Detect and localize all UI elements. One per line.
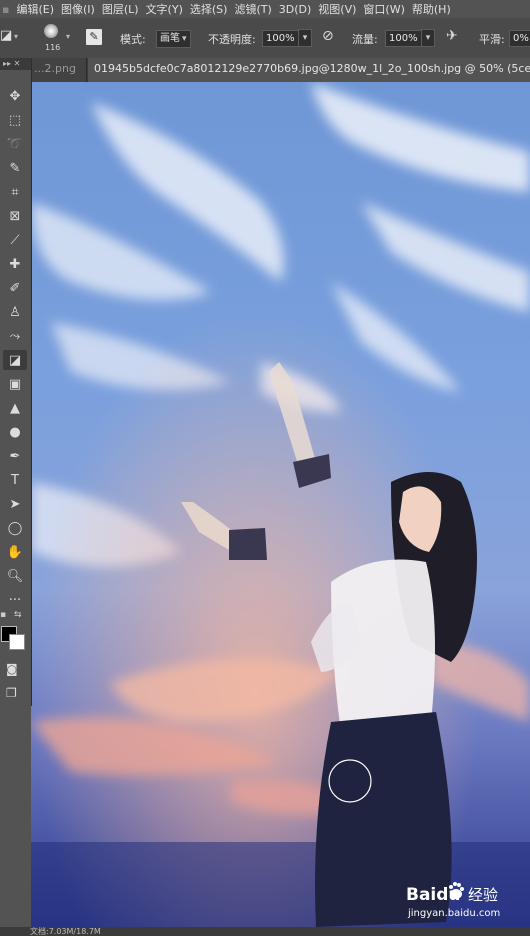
path-select-tool-icon[interactable]: ➤ bbox=[3, 494, 27, 514]
opacity-field[interactable]: 100% bbox=[262, 30, 299, 47]
quick-mask-icon[interactable]: ◙ bbox=[6, 662, 18, 676]
tab-document-2-label: 01945b5dcfe0c7a8012129e2770b69.jpg@1280w… bbox=[94, 62, 530, 75]
type-tool-icon[interactable]: T bbox=[3, 470, 27, 490]
menu-bar: ▪ 编辑(E) 图像(I) 图层(L) 文字(Y) 选择(S) 滤镜(T) 3D… bbox=[0, 0, 530, 18]
eraser-preset-icon[interactable]: ◪ bbox=[0, 28, 12, 43]
zoom-tool-icon[interactable]: 🔍︎ bbox=[3, 566, 27, 586]
mode-label: 模式: bbox=[120, 33, 146, 46]
eyedropper-tool-icon[interactable]: ⟋ bbox=[3, 230, 27, 250]
tab-document-2[interactable]: 01945b5dcfe0c7a8012129e2770b69.jpg@1280w… bbox=[88, 58, 530, 82]
flow-label: 流量: bbox=[352, 33, 378, 46]
background-color-swatch[interactable] bbox=[9, 634, 25, 650]
brush-size-label: 116 bbox=[45, 43, 61, 52]
smooth-field[interactable]: 0% bbox=[509, 30, 530, 47]
smooth-label: 平滑: bbox=[479, 33, 505, 46]
clone-stamp-tool-icon[interactable]: ♙ bbox=[3, 302, 27, 322]
lasso-tool-icon[interactable]: ➰ bbox=[3, 134, 27, 154]
eraser-tool-icon[interactable]: ◪ bbox=[3, 350, 27, 370]
flow-field[interactable]: 100% bbox=[385, 30, 422, 47]
menu-filter[interactable]: 滤镜(T) bbox=[234, 1, 271, 17]
more-tools-icon[interactable]: ··· bbox=[3, 590, 27, 610]
brush-settings-icon[interactable]: ✎ bbox=[86, 29, 102, 45]
pen-tool-icon[interactable]: ✒ bbox=[3, 446, 27, 466]
opacity-slider-arrow-icon[interactable]: ▾ bbox=[298, 29, 312, 47]
document-canvas[interactable] bbox=[31, 82, 530, 927]
doc-size-info: 文档:7.03M/18.7M bbox=[30, 927, 101, 936]
mode-select[interactable]: 画笔 ▾ bbox=[156, 30, 191, 48]
menu-type[interactable]: 文字(Y) bbox=[146, 1, 183, 17]
app-icon[interactable]: ▪ bbox=[2, 3, 9, 16]
canvas-photo bbox=[31, 82, 530, 927]
menu-layer[interactable]: 图层(L) bbox=[102, 1, 139, 17]
tools-panel-collapse-icon[interactable]: ▸▸ ✕ bbox=[0, 58, 31, 70]
tab-document-1-label: ...2.png bbox=[34, 62, 76, 75]
status-bar: 文档:7.03M/18.7M bbox=[0, 927, 530, 936]
watermark-url: jingyan.baidu.com bbox=[407, 908, 500, 919]
move-tool-icon[interactable]: ✥ bbox=[3, 86, 27, 106]
menu-select[interactable]: 选择(S) bbox=[190, 1, 228, 17]
blur-tool-icon[interactable]: ▲ bbox=[3, 398, 27, 418]
brush-preview-icon[interactable] bbox=[44, 24, 58, 38]
flow-slider-arrow-icon[interactable]: ▾ bbox=[421, 29, 435, 47]
history-brush-tool-icon[interactable]: ⤳ bbox=[3, 326, 27, 346]
default-colors-icon[interactable]: ▪ bbox=[0, 610, 6, 620]
menu-help[interactable]: 帮助(H) bbox=[412, 1, 451, 17]
frame-tool-icon[interactable]: ⊠ bbox=[3, 206, 27, 226]
swap-colors-icon[interactable]: ⇆ bbox=[14, 610, 22, 620]
mode-select-value: 画笔 bbox=[160, 33, 180, 44]
menu-edit[interactable]: 编辑(E) bbox=[16, 1, 54, 17]
airbrush-icon[interactable]: ✈ bbox=[446, 28, 458, 44]
quick-select-tool-icon[interactable]: ✎ bbox=[3, 158, 27, 178]
brush-dropdown-arrow-icon[interactable]: ▾ bbox=[66, 32, 70, 41]
ellipse-tool-icon[interactable]: ◯ bbox=[3, 518, 27, 538]
menu-view[interactable]: 视图(V) bbox=[318, 1, 356, 17]
menu-3d[interactable]: 3D(D) bbox=[279, 3, 312, 16]
gradient-tool-icon[interactable]: ▣ bbox=[3, 374, 27, 394]
brush-tool-icon[interactable]: ✐ bbox=[3, 278, 27, 298]
hand-tool-icon[interactable]: ✋ bbox=[3, 542, 27, 562]
preset-dropdown-arrow-icon[interactable]: ▾ bbox=[14, 32, 18, 41]
menu-image[interactable]: 图像(I) bbox=[61, 1, 95, 17]
mode-dropdown-arrow-icon: ▾ bbox=[182, 34, 187, 44]
options-bar: ◪ ▾ 116 ▾ ✎ 模式: 画笔 ▾ 不透明度: 100% ▾ ⊘ 流量: 1… bbox=[0, 18, 530, 59]
marquee-tool-icon[interactable]: ⬚ bbox=[3, 110, 27, 130]
tab-document-1[interactable]: ...2.png bbox=[30, 58, 87, 82]
pressure-opacity-icon[interactable]: ⊘ bbox=[322, 28, 334, 44]
opacity-label: 不透明度: bbox=[208, 33, 256, 46]
dodge-tool-icon[interactable]: ● bbox=[3, 422, 27, 442]
screen-mode-icon[interactable]: ❐ bbox=[6, 686, 17, 700]
menu-window[interactable]: 窗口(W) bbox=[363, 1, 404, 17]
crop-tool-icon[interactable]: ⌗ bbox=[3, 182, 27, 202]
watermark-brand-cn: 经验 bbox=[468, 886, 498, 904]
healing-brush-tool-icon[interactable]: ✚ bbox=[3, 254, 27, 274]
baidu-watermark: Baidu 经验 jingyan.baidu.com bbox=[398, 876, 510, 922]
document-tabs: ...2.png 01945b5dcfe0c7a8012129e2770b69.… bbox=[0, 58, 530, 82]
